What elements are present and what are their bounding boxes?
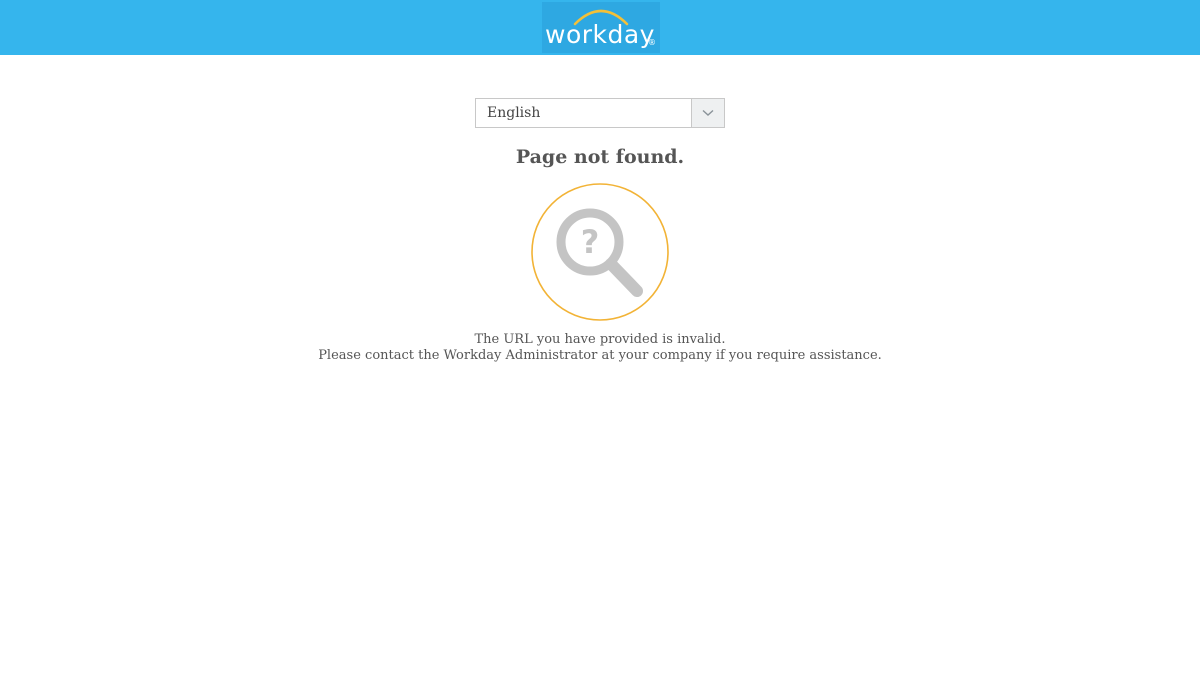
top-header: workday ® xyxy=(0,0,1200,55)
logo-registered-mark: ® xyxy=(648,38,656,47)
chevron-down-icon xyxy=(702,109,714,116)
magnifier-question-icon: ? xyxy=(531,183,669,321)
logo-text: workday xyxy=(545,20,655,49)
error-message-line-2: Please contact the Workday Administrator… xyxy=(318,348,882,363)
svg-text:?: ? xyxy=(581,223,600,261)
page-title: Page not found. xyxy=(515,146,685,168)
language-select-value: English xyxy=(487,105,541,121)
language-dropdown-button[interactable] xyxy=(691,99,724,127)
language-select[interactable]: English xyxy=(475,98,725,128)
workday-logo[interactable]: workday ® xyxy=(542,2,660,53)
error-message-line-1: The URL you have provided is invalid. xyxy=(474,332,726,347)
